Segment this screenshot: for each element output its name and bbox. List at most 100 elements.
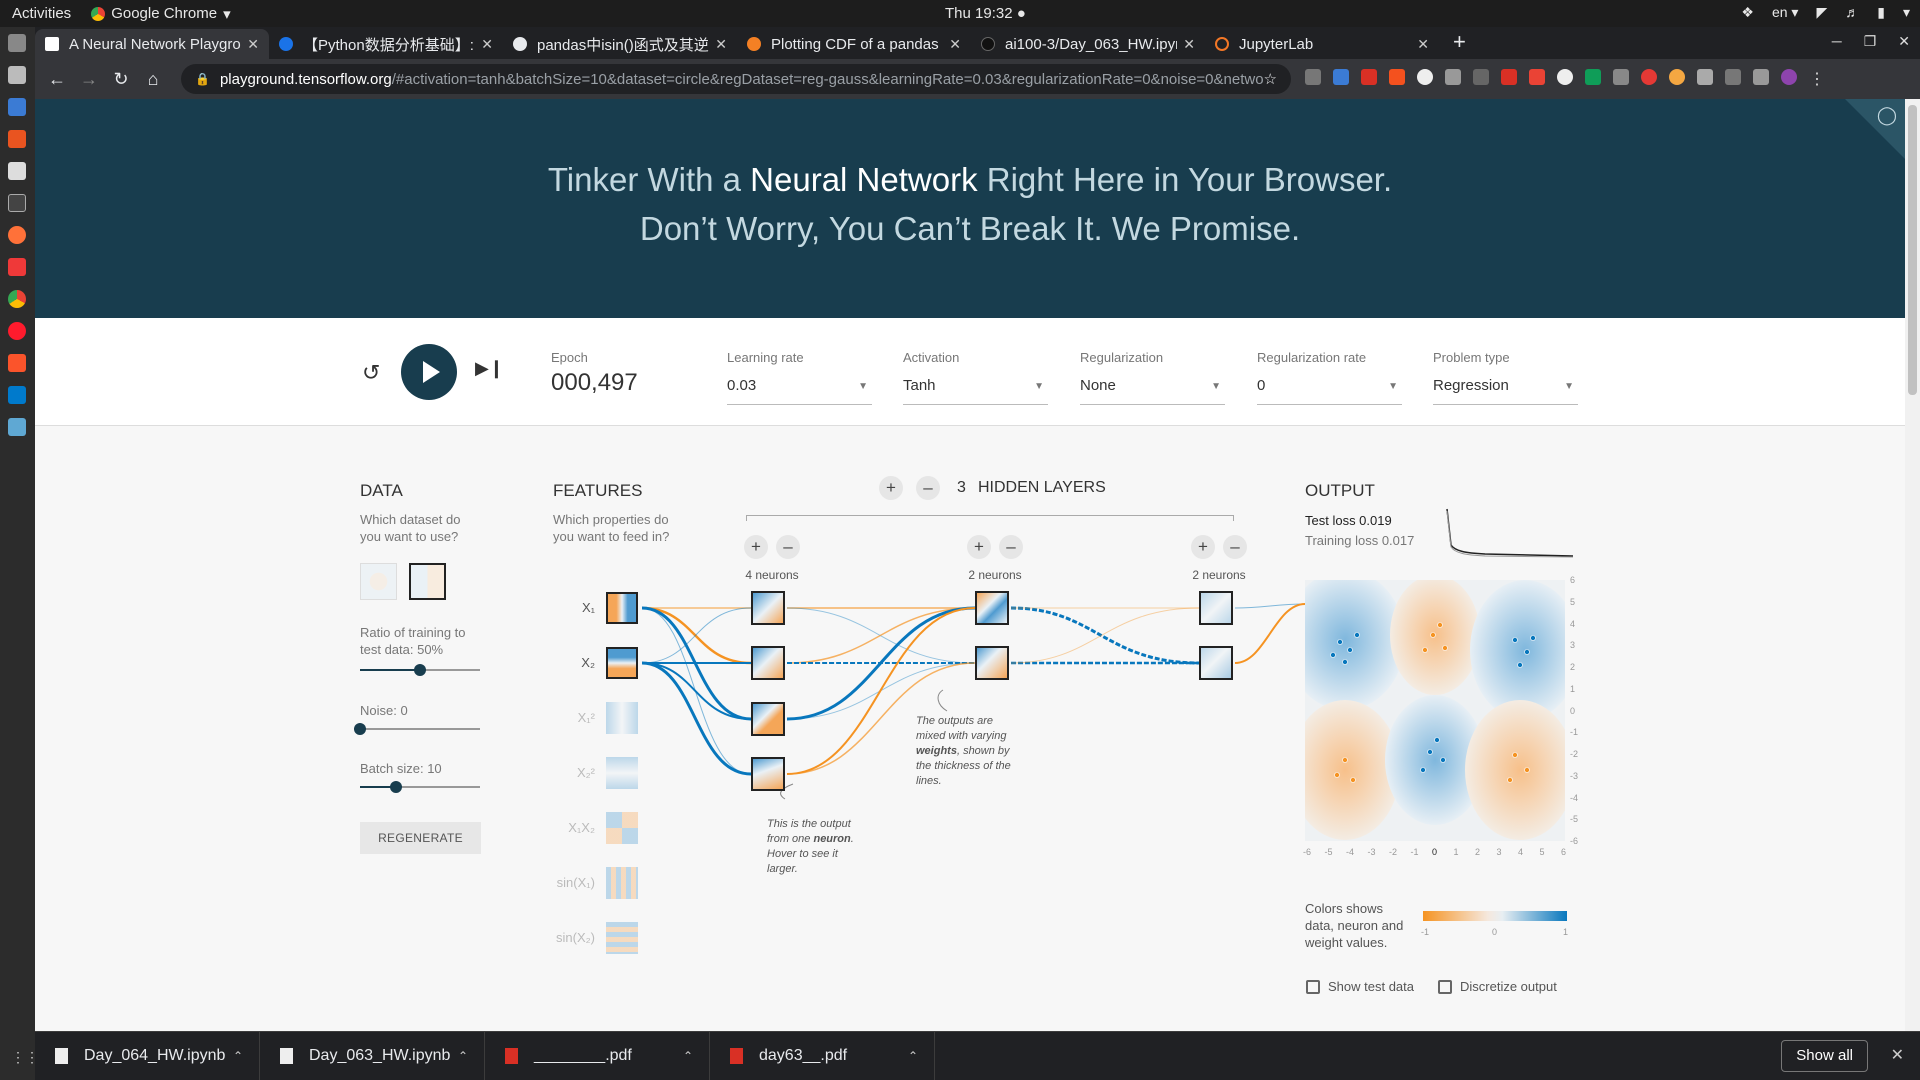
battery-icon[interactable]: ▮: [1877, 4, 1885, 21]
download-icon[interactable]: [1753, 69, 1769, 85]
tab-playground[interactable]: A Neural Network Playgro ✕: [35, 29, 269, 59]
neuron-l2-2[interactable]: [975, 646, 1009, 680]
jupyter-favicon: [1215, 37, 1229, 51]
url-text[interactable]: playground.tensorflow.org/#activation=ta…: [220, 71, 1264, 88]
scrollbar-thumb[interactable]: [1908, 105, 1917, 395]
neuron-l1-2[interactable]: [751, 646, 785, 680]
power-menu-icon[interactable]: ▾: [1903, 4, 1910, 21]
opera-icon[interactable]: [8, 322, 26, 340]
virtualbox-icon[interactable]: [8, 418, 26, 436]
adblock-icon[interactable]: [1641, 69, 1657, 85]
close-icon[interactable]: ✕: [1417, 36, 1429, 53]
neuron-l3-1[interactable]: [1199, 591, 1233, 625]
checkbox-box[interactable]: [1306, 979, 1320, 994]
tab-jupyterlab[interactable]: JupyterLab ✕: [1205, 29, 1439, 59]
download-item[interactable]: Day_063_HW.ipynb ⌃: [260, 1031, 485, 1080]
close-icon[interactable]: ✕: [481, 36, 493, 53]
download-item[interactable]: day63__.pdf ⌃: [710, 1031, 935, 1080]
home-icon[interactable]: ⌂: [137, 69, 169, 90]
network-links: [641, 603, 1306, 800]
chevron-up-icon[interactable]: ⌃: [233, 1049, 243, 1063]
restore-icon[interactable]: ❐: [1864, 33, 1877, 50]
extension-icon[interactable]: [1669, 69, 1685, 85]
tab-github-notebook[interactable]: ai100-3/Day_063_HW.ipyn ✕: [971, 29, 1205, 59]
extension-icon[interactable]: [1697, 69, 1713, 85]
extension-icon[interactable]: [1361, 69, 1377, 85]
amazon-icon[interactable]: [8, 162, 26, 180]
neuron-l1-3[interactable]: [751, 702, 785, 736]
y-tick-label: -1: [1570, 727, 1579, 738]
volume-icon[interactable]: ♬: [1845, 4, 1859, 21]
system-tray[interactable]: ❖ en ▾ ◤ ♬ ▮ ▾: [1741, 4, 1910, 21]
y-tick-label: 1: [1570, 683, 1576, 694]
app-menu[interactable]: Google Chrome ▾: [91, 5, 231, 23]
extension-icon[interactable]: [1585, 69, 1601, 85]
tab-strip: A Neural Network Playgro ✕ 【Python数据分析基础…: [35, 27, 1920, 59]
download-item[interactable]: Day_064_HW.ipynb ⌃: [35, 1031, 260, 1080]
lock-icon[interactable]: 🔒: [195, 72, 210, 86]
profile-avatar[interactable]: [1781, 69, 1797, 85]
dropbox-icon[interactable]: ❖: [1741, 4, 1754, 21]
file-icon: [280, 1048, 293, 1064]
vscode-icon[interactable]: [8, 386, 26, 404]
extension-icon[interactable]: [1473, 69, 1489, 85]
terminal-icon[interactable]: [8, 194, 26, 212]
chrome-menu-icon[interactable]: ⋮: [1809, 69, 1825, 89]
neuron-l1-1[interactable]: [751, 591, 785, 625]
extension-icon[interactable]: [1445, 69, 1461, 85]
download-item[interactable]: ________.pdf ⌃: [485, 1031, 710, 1080]
chrome-icon[interactable]: [8, 290, 26, 308]
files-icon[interactable]: [8, 34, 26, 52]
clock[interactable]: Thu 19:32 ●: [945, 5, 1026, 22]
tab-plotting-cdf[interactable]: Plotting CDF of a pandas ✕: [737, 29, 971, 59]
extension-icon[interactable]: [1557, 69, 1573, 85]
new-tab-button[interactable]: +: [1453, 29, 1466, 55]
firefox-icon[interactable]: [8, 226, 26, 244]
chevron-up-icon[interactable]: ⌃: [683, 1049, 693, 1063]
facebook-icon[interactable]: [1725, 69, 1741, 85]
chevron-up-icon[interactable]: ⌃: [908, 1049, 918, 1063]
close-icon[interactable]: ✕: [1183, 36, 1195, 53]
extension-icon[interactable]: [1501, 69, 1517, 85]
neuron-l3-2[interactable]: [1199, 646, 1233, 680]
close-icon[interactable]: ✕: [1891, 1045, 1904, 1065]
software-center-icon[interactable]: [8, 130, 26, 148]
reload-icon[interactable]: ↻: [105, 69, 137, 90]
brave-icon[interactable]: [8, 354, 26, 372]
extension-icon[interactable]: [1613, 69, 1629, 85]
discretize-output-checkbox[interactable]: Discretize output: [1438, 979, 1557, 994]
page-scrollbar[interactable]: [1905, 99, 1920, 1031]
star-icon[interactable]: ☆: [1264, 70, 1277, 88]
neuron-output-note: This is the output from one neuron. Hove…: [767, 817, 862, 877]
document-viewer-icon[interactable]: [8, 98, 26, 116]
show-test-data-checkbox[interactable]: Show test data: [1306, 979, 1414, 994]
language-indicator[interactable]: en ▾: [1772, 4, 1799, 21]
activities-button[interactable]: Activities: [0, 5, 83, 22]
close-icon[interactable]: ✕: [715, 36, 727, 53]
wifi-icon[interactable]: ◤: [1816, 4, 1827, 21]
chevron-up-icon[interactable]: ⌃: [458, 1049, 468, 1063]
close-icon[interactable]: ✕: [1898, 33, 1910, 50]
extension-icon[interactable]: [1305, 69, 1321, 85]
close-icon[interactable]: ✕: [949, 36, 961, 53]
neuron-l2-1[interactable]: [975, 591, 1009, 625]
extension-icon[interactable]: [1333, 69, 1349, 85]
address-bar[interactable]: 🔒 playground.tensorflow.org/#activation=…: [181, 64, 1291, 94]
disk-icon[interactable]: [8, 66, 26, 84]
tab-pandas-isin[interactable]: pandas中isin()函式及其逆 ✕: [503, 29, 737, 59]
close-icon[interactable]: ✕: [247, 36, 259, 53]
show-all-button[interactable]: Show all: [1781, 1040, 1868, 1072]
ubuntu-dock: ⋮⋮: [0, 27, 39, 1080]
extension-icon[interactable]: [1417, 69, 1433, 85]
back-icon[interactable]: ←: [41, 69, 73, 90]
forward-icon[interactable]: →: [73, 69, 105, 90]
vivaldi-icon[interactable]: [8, 258, 26, 276]
minimize-icon[interactable]: ─: [1832, 33, 1842, 50]
y-tick-label: 0: [1570, 705, 1576, 716]
extension-icon[interactable]: [1529, 69, 1545, 85]
tab-python-analysis[interactable]: 【Python数据分析基础】: ✕: [269, 29, 503, 59]
extension-icon[interactable]: [1389, 69, 1405, 85]
neuron-l1-4[interactable]: [751, 757, 785, 791]
checkbox-box[interactable]: [1438, 979, 1452, 994]
gnome-top-bar: Activities Google Chrome ▾ Thu 19:32 ● ❖…: [0, 0, 1920, 27]
